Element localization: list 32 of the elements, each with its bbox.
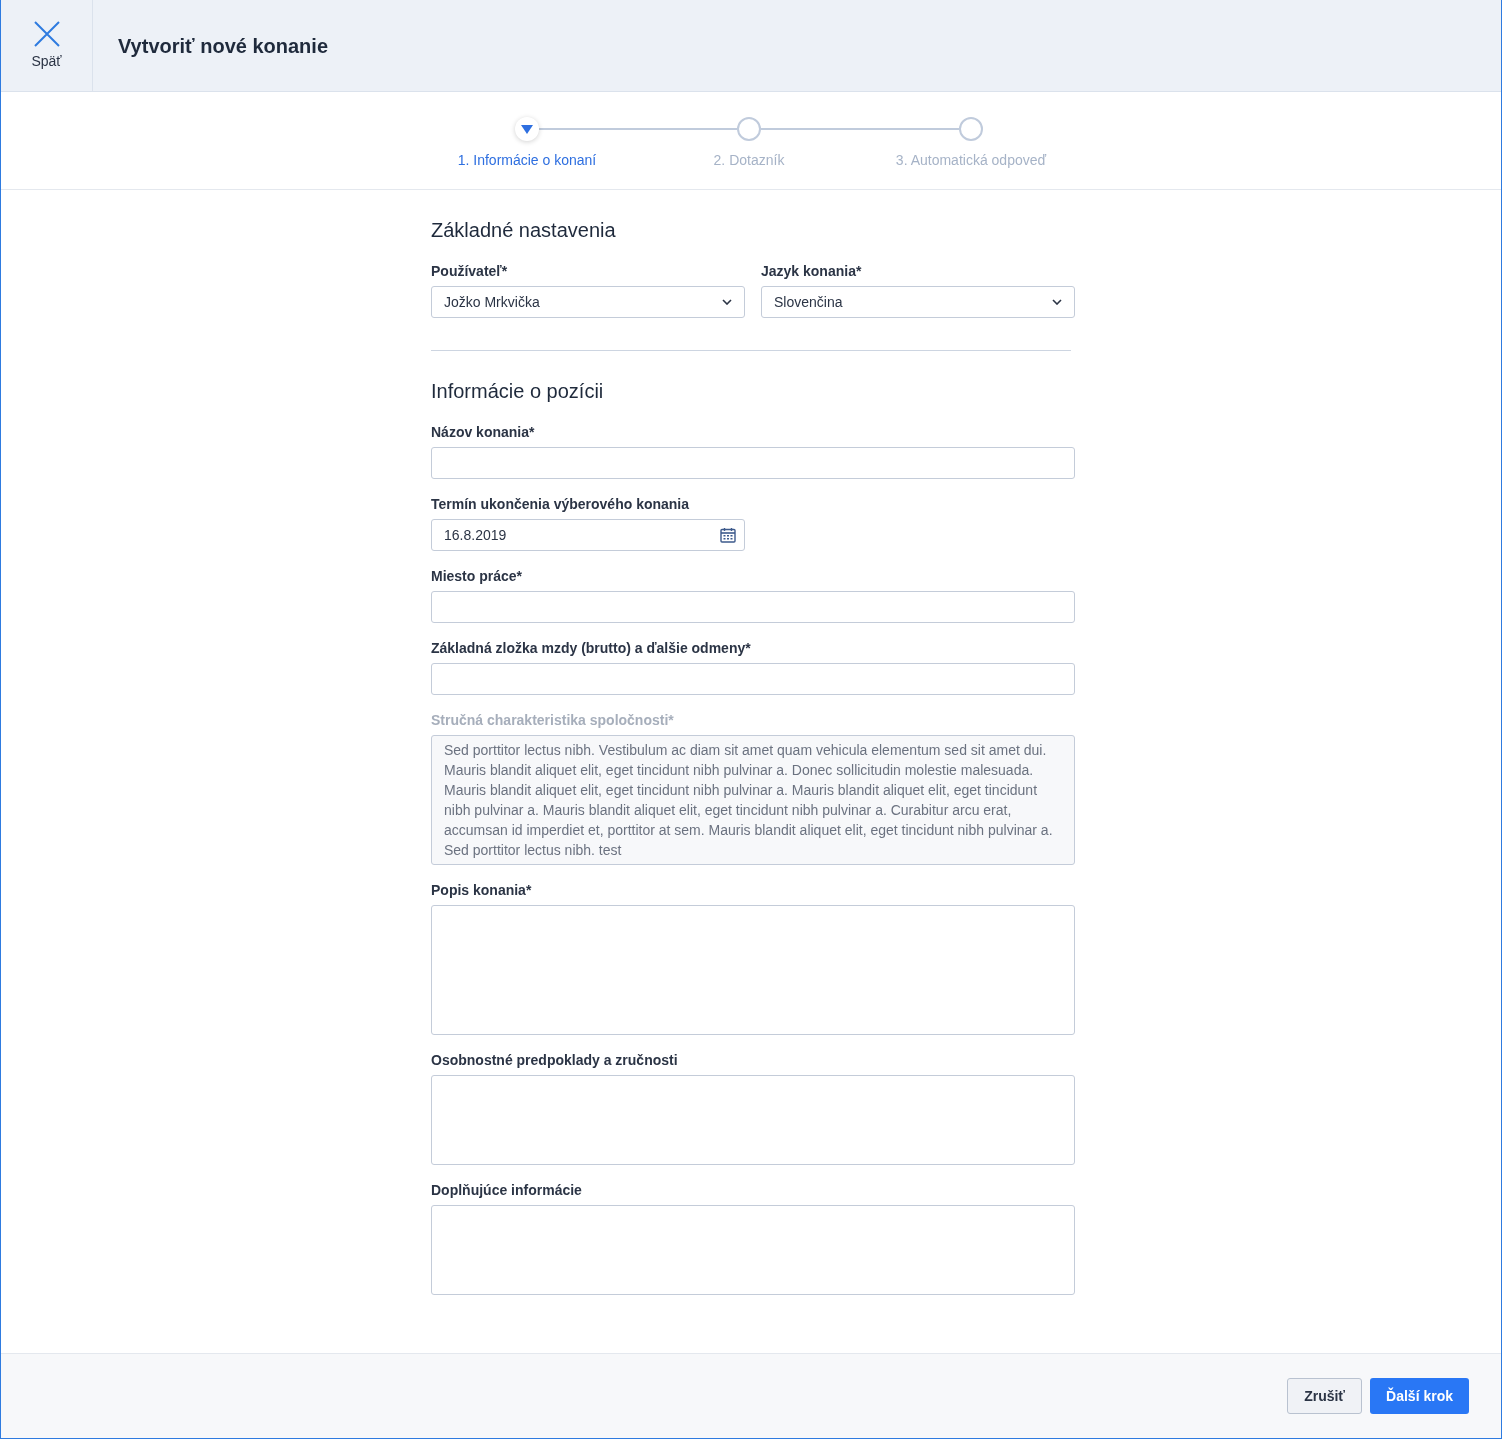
section-heading: Základné nastavenia [431,218,617,243]
calendar-icon[interactable] [720,527,736,543]
text-area[interactable] [431,1075,1075,1165]
dropdown[interactable]: Slovenčina [761,286,1075,318]
field-label: Stručná charakteristika spoločnosti* [431,711,675,729]
next-step-button[interactable]: Ďalší krok [1370,1378,1469,1414]
field-label: Popis konania* [431,881,533,899]
text-area[interactable] [431,905,1075,1035]
section-heading: Informácie o pozícii [431,379,605,404]
input-field[interactable] [431,447,1075,479]
page-title: Vytvoriť nové konanie [118,33,328,59]
field-label: Osobnostné predpoklady a zručnosti [431,1051,679,1069]
cancel-button[interactable]: Zrušiť [1287,1378,1363,1414]
chevron-down-icon [1052,299,1062,305]
step-label[interactable]: 1. Informácie o konaní [457,150,597,171]
chevron-down-icon [722,299,732,305]
date-field[interactable]: 16.8.2019 [431,519,745,551]
input-field[interactable] [431,591,1075,623]
field-label: Miesto práce* [431,567,524,585]
field-label: Termín ukončenia výberového konania [431,495,691,513]
field-label: Názov konania* [431,423,536,441]
close-icon [32,19,61,48]
dropdown[interactable]: Jožko Mrkvička [431,286,745,318]
field-label: Základná zložka mzdy (brutto) a ďalšie odmeny* [431,639,752,657]
text-area[interactable] [431,1205,1075,1295]
input-field[interactable] [431,663,1075,695]
field-label: Jazyk konania* [761,262,863,280]
back-button[interactable]: Späť [1,0,93,91]
field-label: Používateľ* [431,262,509,280]
field-label: Doplňujúce informácie [431,1181,583,1199]
triangle-down-icon [521,124,533,134]
current-step-marker[interactable] [515,117,539,141]
